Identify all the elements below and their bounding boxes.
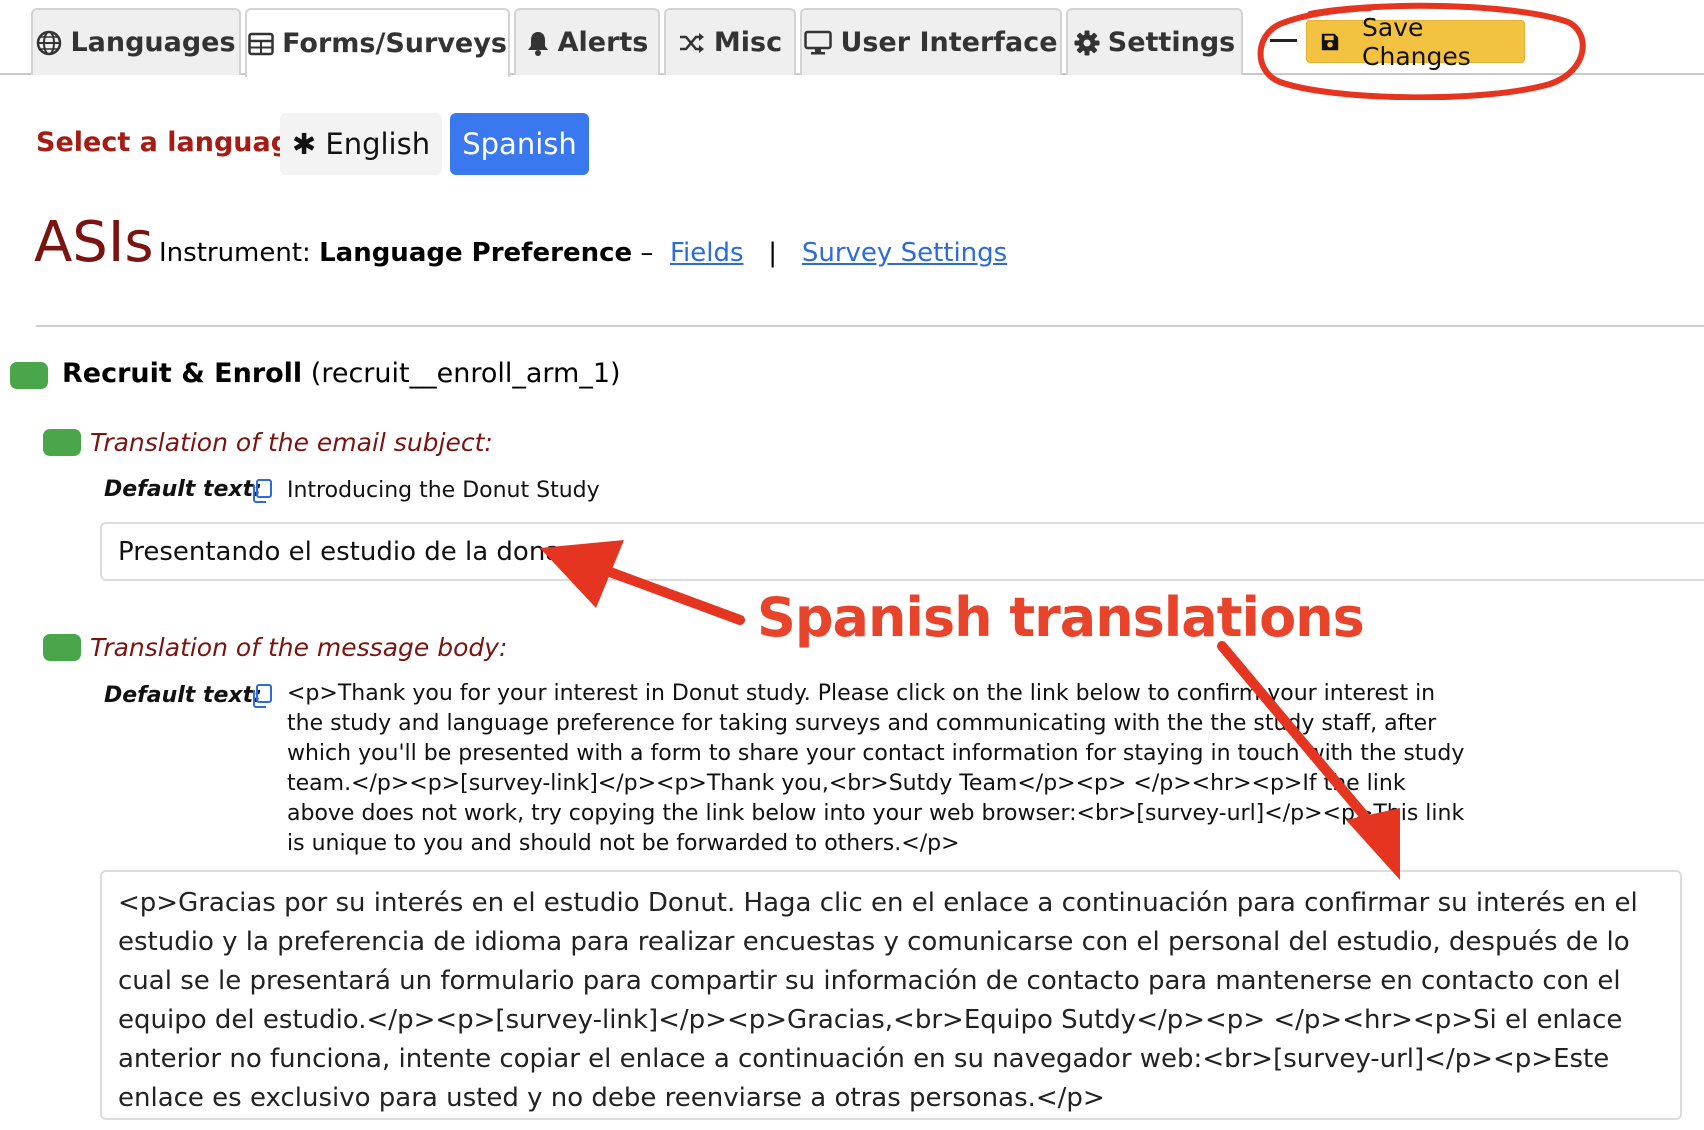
tab-settings[interactable]: Settings: [1066, 8, 1243, 75]
tab-forms-surveys[interactable]: Forms/Surveys: [245, 8, 510, 77]
language-option-spanish[interactable]: Spanish: [450, 113, 589, 175]
globe-icon: [37, 30, 62, 55]
tab-label: User Interface: [840, 27, 1058, 58]
event-name: Recruit & Enroll: [62, 358, 303, 389]
table-icon: [248, 32, 274, 55]
subject-translation-input[interactable]: Presentando el estudio de la dona: [100, 522, 1704, 581]
body-status-indicator: [43, 634, 81, 661]
tab-user-interface[interactable]: User Interface: [800, 8, 1062, 75]
floppy-disk-icon: [1321, 33, 1339, 50]
gear-icon: [1074, 30, 1100, 55]
save-changes-button[interactable]: Save Changes: [1306, 13, 1525, 71]
subject-default-label: Default text:: [104, 477, 262, 502]
select-language-label: Select a language:: [36, 127, 320, 158]
subject-default-text: Introducing the Donut Study: [287, 478, 600, 503]
event-id: (recruit__enroll_arm_1): [310, 358, 621, 389]
tab-label: Languages: [70, 27, 236, 58]
subject-translation-title: Translation of the email subject:: [90, 428, 493, 457]
link-divider: |: [768, 238, 778, 268]
tab-label: Alerts: [557, 27, 649, 58]
monitor-icon: [804, 30, 833, 54]
tab-label: Misc: [713, 27, 783, 58]
tab-alerts[interactable]: Alerts: [514, 8, 660, 75]
copy-icon[interactable]: [250, 478, 274, 504]
language-option-english[interactable]: ✱ English: [280, 113, 442, 175]
section-divider: [36, 325, 1704, 327]
bell-icon: [527, 31, 548, 56]
tab-languages[interactable]: Languages: [31, 8, 241, 75]
toolbar-separator: [1270, 39, 1297, 42]
fields-link[interactable]: Fields: [670, 238, 744, 268]
event-status-indicator: [10, 362, 48, 389]
copy-icon[interactable]: [250, 683, 274, 709]
instrument-name: Language Preference: [319, 238, 633, 268]
event-title: Recruit & Enroll (recruit__enroll_arm_1): [62, 358, 621, 389]
tab-label: Forms/Surveys: [282, 28, 507, 59]
tab-label: Settings: [1107, 27, 1236, 58]
body-default-text: <p>Thank you for your interest in Donut …: [287, 681, 1465, 856]
survey-settings-link[interactable]: Survey Settings: [802, 238, 1007, 268]
body-translation-textarea[interactable]: <p>Gracias por su interés en el estudio …: [100, 870, 1682, 1120]
heading-dash: –: [640, 238, 654, 268]
body-default-label: Default text:: [104, 683, 262, 708]
instrument-label: Instrument:: [159, 238, 311, 268]
save-changes-label: Save Changes: [1362, 12, 1471, 71]
annotation-label: Spanish translations: [757, 586, 1365, 649]
body-translation-title: Translation of the message body:: [90, 633, 508, 662]
tab-bar: Languages Forms/Surveys Alerts Misc User…: [0, 0, 1704, 100]
instrument-heading: Instrument: Language Preference – Fields…: [159, 238, 1007, 268]
project-title: ASIs: [34, 210, 154, 275]
tab-misc[interactable]: Misc: [664, 8, 796, 75]
subject-status-indicator: [43, 429, 81, 456]
shuffle-icon: [679, 32, 704, 53]
